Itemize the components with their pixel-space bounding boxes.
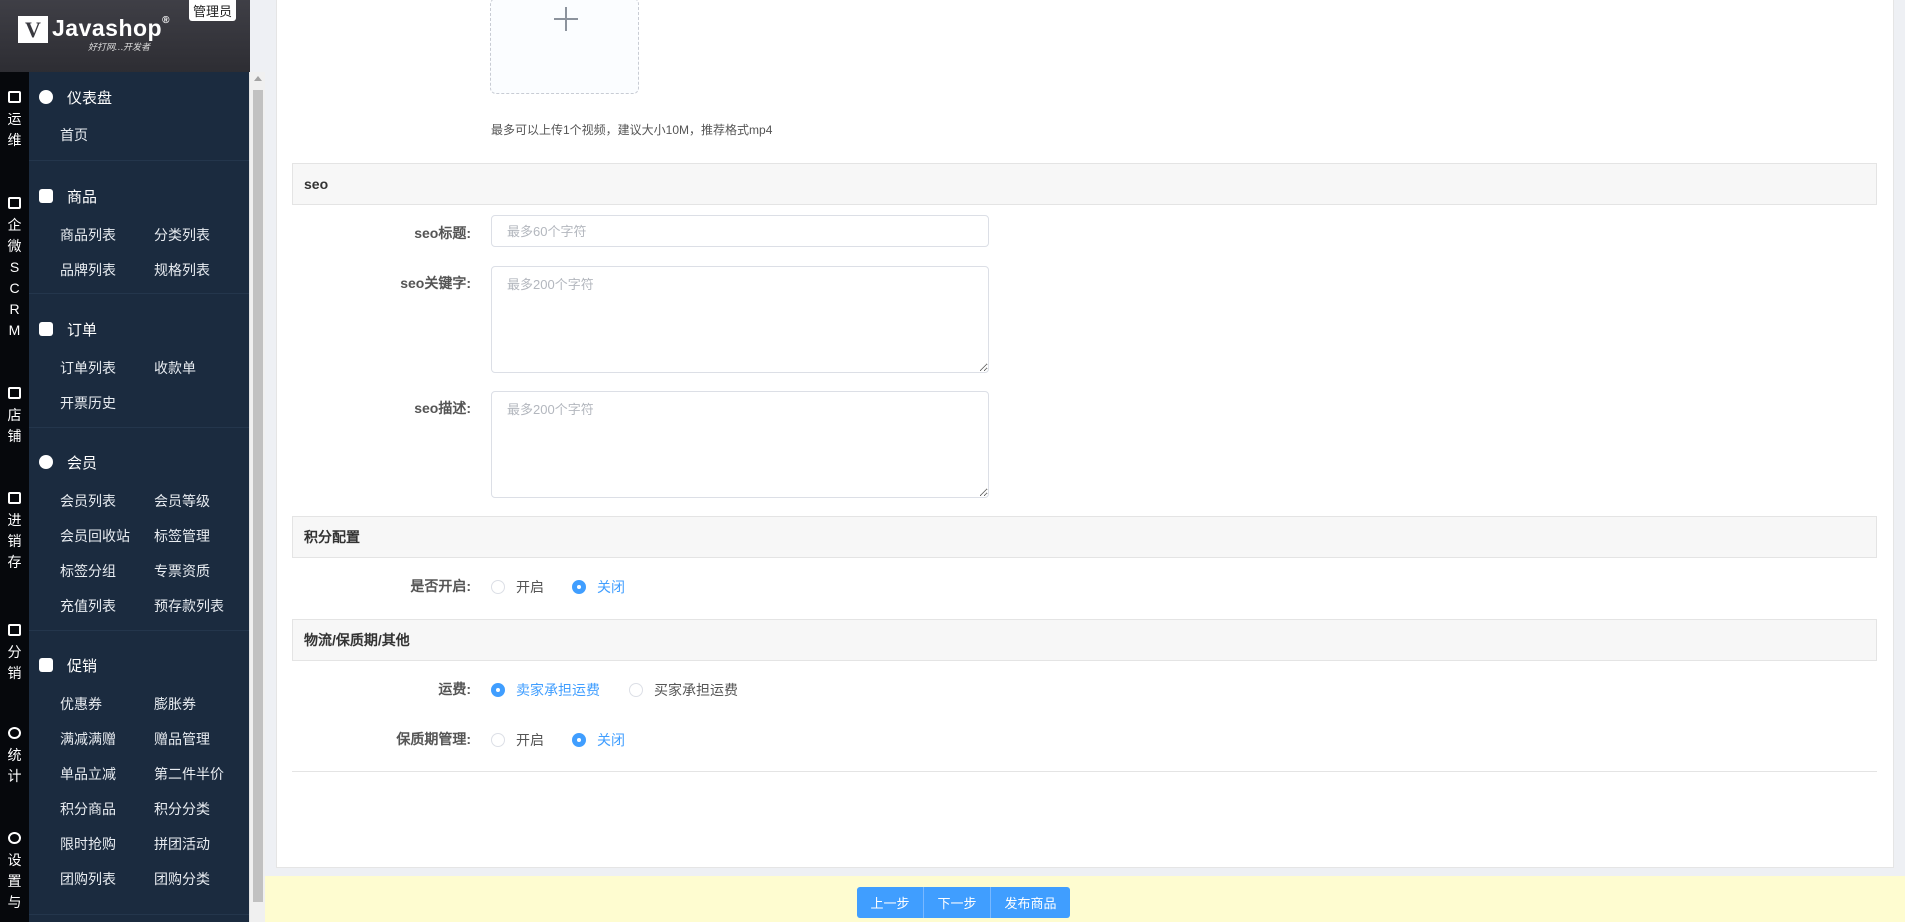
statistics-icon [8,727,21,739]
warranty-radio-off[interactable]: 关闭 [572,730,625,750]
rail-item-ops[interactable]: 运维 [0,91,29,151]
sidebar-item-receipt[interactable]: 收款单 [154,358,196,378]
sidebar-item-flash-sale[interactable]: 限时抢购 [60,834,116,854]
sidebar-item-tag-group[interactable]: 标签分组 [60,561,116,581]
brand-name: Javashop® [52,15,170,41]
sidebar-divider [29,160,249,161]
rail-item-distribution[interactable]: 分销 [0,624,29,684]
section-seo: seo [292,163,1877,205]
sidebar-divider [29,630,249,631]
sidebar-divider [29,427,249,428]
seo-description-textarea[interactable] [491,391,989,498]
sidebar-item-member-level[interactable]: 会员等级 [154,491,210,511]
freight-radio-seller[interactable]: 卖家承担运费 [491,680,600,700]
brand-slogan: 好打网…开发者 [88,42,151,52]
wecom-scrm-icon [8,197,21,209]
warranty-label: 保质期管理: [396,731,471,747]
sidebar-group-title[interactable]: 仪表盘 [39,86,112,108]
seo-title-label: seo标题: [414,225,471,241]
sidebar-item-tag-manage[interactable]: 标签管理 [154,526,210,546]
points-radio-on[interactable]: 开启 [491,577,544,597]
distribution-icon [8,624,21,636]
prev-step-button[interactable]: 上一步 [857,887,924,918]
sidebar-item-vat-qualification[interactable]: 专票资质 [154,561,210,581]
promotion-icon [39,658,53,672]
sidebar-divider [29,293,249,294]
radio-checked-icon [491,683,505,697]
role-badge: 管理员 [189,0,237,21]
sidebar-item-recharge-list[interactable]: 充值列表 [60,596,116,616]
sidebar-scrollbar[interactable] [249,72,265,922]
points-enable-label: 是否开启: [410,578,471,594]
dashboard-icon [39,90,53,104]
section-logistics: 物流/保质期/其他 [292,619,1877,661]
sidebar-group-title[interactable]: 会员 [39,451,97,473]
sidebar-divider [29,914,249,915]
seo-keywords-textarea[interactable] [491,266,989,373]
points-radio-off[interactable]: 关闭 [572,577,625,597]
radio-checked-icon [572,733,586,747]
sidebar-item-gift-manage[interactable]: 赠品管理 [154,729,210,749]
sidebar-item-home[interactable]: 首页 [60,125,88,145]
module-rail: 运维 企微SCRM 店铺 进销存 分销 统计 设置与 [0,72,29,922]
scrollbar-thumb[interactable] [253,90,263,902]
logo-mark-icon: V [18,16,48,43]
rail-item-wecom-scrm[interactable]: 企微SCRM [0,197,29,341]
sidebar-item-order-list[interactable]: 订单列表 [60,358,116,378]
scroll-up-arrow-icon[interactable] [254,76,262,81]
sidebar-item-group-purchase-list[interactable]: 团购列表 [60,869,116,889]
freight-label: 运费: [438,681,471,697]
radio-circle-icon [629,683,643,697]
publish-goods-button[interactable]: 发布商品 [991,887,1070,918]
order-icon [39,322,53,336]
member-icon [39,455,53,469]
seo-keywords-label: seo关键字: [400,275,471,291]
seo-title-input[interactable] [491,215,989,247]
seo-description-label: seo描述: [414,400,471,416]
sidebar-item-second-half-price[interactable]: 第二件半价 [154,764,224,784]
sidebar-item-category-list[interactable]: 分类列表 [154,225,210,245]
ops-icon [8,91,21,103]
video-upload-hint: 最多可以上传1个视频，建议大小10M，推荐格式mp4 [491,123,773,137]
sidebar-item-group-purchase-category[interactable]: 团购分类 [154,869,210,889]
sidebar-item-points-goods[interactable]: 积分商品 [60,799,116,819]
next-step-button[interactable]: 下一步 [924,887,991,918]
inventory-icon [8,492,21,504]
section-points-config: 积分配置 [292,516,1877,558]
sidebar-item-member-list[interactable]: 会员列表 [60,491,116,511]
sidebar-item-invoice-history[interactable]: 开票历史 [60,393,116,413]
sidebar-item-deposit-list[interactable]: 预存款列表 [154,596,224,616]
form-divider [292,771,1877,772]
plus-icon-vertical [565,7,567,31]
sidebar-item-brand-list[interactable]: 品牌列表 [60,260,116,280]
radio-circle-icon [491,580,505,594]
sidebar-item-expansion-coupon[interactable]: 膨胀券 [154,694,196,714]
sidebar-group-title[interactable]: 订单 [39,318,97,340]
bottom-action-bar: 上一步 下一步 发布商品 [265,876,1905,922]
sidebar-item-spec-list[interactable]: 规格列表 [154,260,210,280]
rail-item-statistics[interactable]: 统计 [0,727,29,787]
radio-checked-icon [572,580,586,594]
goods-icon [39,189,53,203]
sidebar-item-goods-list[interactable]: 商品列表 [60,225,116,245]
sidebar-item-member-recycle[interactable]: 会员回收站 [60,526,130,546]
rail-item-store[interactable]: 店铺 [0,387,29,447]
rail-item-inventory[interactable]: 进销存 [0,492,29,573]
radio-circle-icon [491,733,505,747]
sidebar-item-single-discount[interactable]: 单品立减 [60,764,116,784]
rail-item-settings[interactable]: 设置与 [0,832,29,913]
sidebar: 仪表盘 首页 商品 商品列表 分类列表 品牌列表 规格列表 订单 订单列表 收款… [29,72,249,922]
sidebar-item-coupon[interactable]: 优惠券 [60,694,102,714]
store-icon [8,387,21,399]
sidebar-group-title[interactable]: 商品 [39,185,97,207]
warranty-radio-on[interactable]: 开启 [491,730,544,750]
sidebar-item-group-buy-activity[interactable]: 拼团活动 [154,834,210,854]
sidebar-group-title[interactable]: 促销 [39,654,97,676]
settings-icon [8,832,21,844]
freight-radio-buyer[interactable]: 买家承担运费 [629,680,738,700]
sidebar-item-points-category[interactable]: 积分分类 [154,799,210,819]
sidebar-item-full-reduction[interactable]: 满减满赠 [60,729,116,749]
video-upload-box[interactable] [490,0,639,94]
